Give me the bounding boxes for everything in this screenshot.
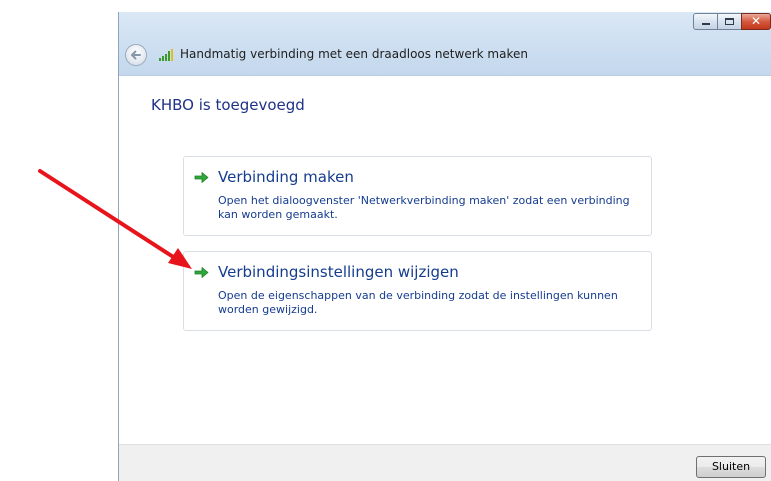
option-title: Verbinding maken [218, 168, 354, 186]
title-bar: ✕ Handmatig verbinding met een draadloos… [119, 12, 771, 76]
green-arrow-icon [194, 172, 209, 183]
window-title: Handmatig verbinding met een draadloos n… [180, 47, 528, 61]
option-description: Open de eigenschappen van de verbinding … [218, 289, 618, 316]
option-title: Verbindingsinstellingen wijzigen [218, 263, 459, 281]
screenshot-stage: ✕ Handmatig verbinding met een draadloos… [0, 0, 771, 481]
close-window-button[interactable]: ✕ [741, 13, 771, 30]
close-button[interactable]: Sluiten [696, 456, 766, 478]
minimize-button[interactable] [693, 13, 718, 30]
option-change-settings[interactable]: Verbindingsinstellingen wijzigen Open de… [183, 251, 652, 331]
page-heading: KHBO is toegevoegd [151, 96, 305, 114]
back-button[interactable] [125, 44, 147, 66]
minimize-icon [702, 23, 710, 25]
maximize-button[interactable] [717, 13, 742, 30]
green-arrow-icon [194, 267, 209, 278]
wireless-signal-icon [159, 49, 173, 61]
maximize-icon [725, 18, 734, 25]
close-icon: ✕ [750, 14, 762, 28]
wizard-window: ✕ Handmatig verbinding met een draadloos… [118, 12, 771, 481]
option-connect[interactable]: Verbinding maken Open het dialoogvenster… [183, 156, 652, 236]
option-description: Open het dialoogvenster 'Netwerkverbindi… [218, 194, 630, 221]
footer-bar: Sluiten [119, 444, 771, 481]
back-arrow-icon [131, 50, 141, 60]
caption-buttons: ✕ [693, 13, 771, 30]
